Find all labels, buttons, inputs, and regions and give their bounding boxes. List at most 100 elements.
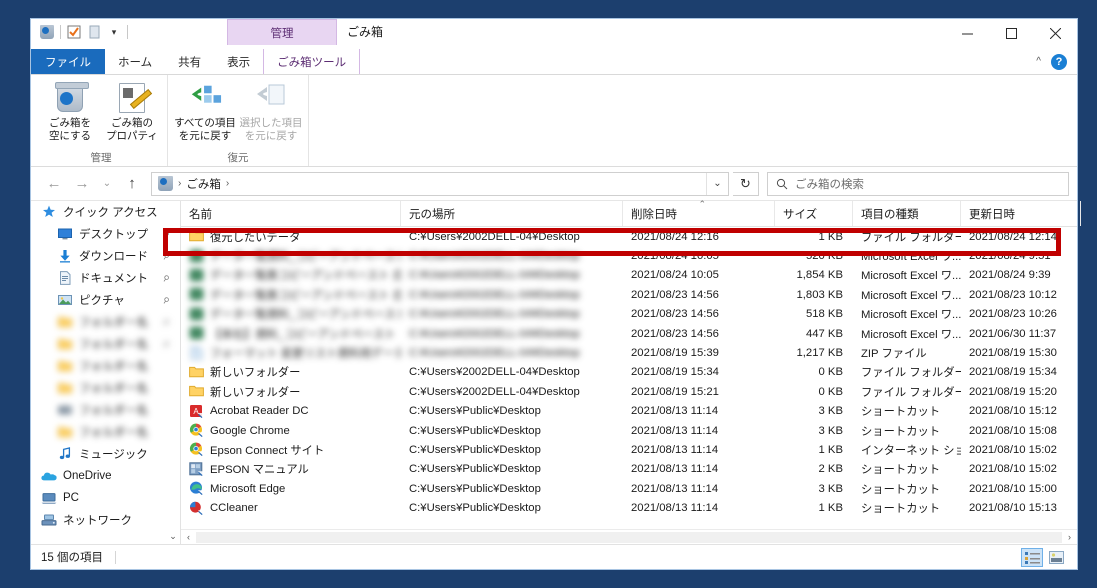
column-header-0[interactable]: 名前 [181,201,401,226]
quick-access-toolbar[interactable]: ▾ [31,19,135,45]
table-row[interactable]: Epson Connect サイト C:¥Users¥Public¥Desktop… [181,440,1077,459]
sidebar-item-onedrive[interactable]: OneDrive [31,465,180,487]
folder-icon [189,384,204,399]
tab-view[interactable]: 表示 [214,49,263,74]
back-button[interactable]: ← [41,171,67,197]
breadcrumb[interactable]: › ごみ箱 › ⌄ [151,171,729,196]
address-bar: ← → ⌄ ↑ › ごみ箱 › ⌄ ↻ ごみ箱の検索 [31,167,1077,201]
forward-button[interactable]: → [69,171,95,197]
close-button[interactable] [1033,19,1077,48]
sidebar-item-redacted-6[interactable]: フォルダー名 ⚲ [31,333,180,355]
help-icon[interactable]: ? [1051,53,1067,70]
file-name-label: Epson Connect サイト [210,444,325,457]
cell-modified: 2021/08/19 15:30 [969,347,1057,360]
cell-name: X データ一覧資料_コピーアンドペースト まとめ.xlsx [181,248,401,264]
breadcrumb-sep-1: › [178,178,182,189]
table-row[interactable]: X データ一覧資料_コピーアンドペースト まとめ.xlsx C:¥Users¥200… [181,305,1077,324]
minimize-button[interactable] [945,19,989,48]
tab-home[interactable]: ホーム [105,49,165,74]
sidebar-item-pc[interactable]: PC [31,487,180,509]
properties-check-icon[interactable] [64,22,84,42]
column-header-5[interactable]: 更新日時 [961,201,1081,226]
cell-deleted: 2021/08/24 12:16 [631,230,719,243]
cell-type: ZIP ファイル [861,348,927,361]
cell-location: C:¥Users¥2002DELL-04¥Desktop [409,347,580,360]
table-row[interactable]: X 【本社】資料_コピーアンドペースト（コピー）.xlsx C:¥Users¥200… [181,324,1077,343]
recycle-bin-properties-button[interactable]: ごみ箱の プロパティ [101,79,163,145]
sidebar-scroll-chevron[interactable]: ⌄ [166,528,180,544]
empty-recycle-bin-button[interactable]: ごみ箱を 空にする [39,79,101,145]
tab-share[interactable]: 共有 [165,49,214,74]
table-row[interactable]: A Acrobat Reader DC C:¥Users¥Public¥Deskto… [181,402,1077,421]
zip-icon [189,345,204,361]
table-row[interactable]: フォーマット 変更リスト資料用データ一式.zip C:¥Users¥2002DEL… [181,343,1077,362]
sidebar-item-デスクトップ[interactable]: デスクトップ ⚲ [31,223,180,245]
pin-icon[interactable]: ⚲ [161,229,171,240]
tab-recycle-bin-tools[interactable]: ごみ箱ツール [263,49,361,74]
recycle-bin-icon[interactable] [37,22,57,42]
maximize-button[interactable] [989,19,1033,48]
search-input[interactable]: ごみ箱の検索 [767,171,1069,196]
table-row[interactable]: 新しいフォルダー C:¥Users¥2002DELL-04¥Desktop 2021… [181,363,1077,382]
sidebar-item-クイック-アクセス[interactable]: クイック アクセス [31,201,180,223]
sidebar-item-redacted-8[interactable]: フォルダー名 [31,377,180,399]
sidebar-item-redacted-10[interactable]: フォルダー名 [31,421,180,443]
table-row[interactable]: 新しいフォルダー C:¥Users¥2002DELL-04¥Desktop 2021… [181,382,1077,401]
breadcrumb-sep-2[interactable]: › [226,178,229,189]
scroll-track[interactable] [196,531,1062,543]
pin-icon[interactable]: ⚲ [161,295,171,306]
restore-icon[interactable] [84,22,104,42]
cell-modified: 2021/08/24 12:14 [969,230,1057,243]
sidebar-item-ドキュメント[interactable]: ドキュメント ⚲ [31,267,180,289]
details-view-button[interactable] [1021,547,1043,567]
cell-modified: 2021/08/10 15:08 [969,424,1057,437]
music-icon [57,446,73,462]
folder-icon [57,380,73,396]
table-row[interactable]: X データ一覧表コピーアンドペースト 合算.xlsx C:¥Users¥2002DE… [181,266,1077,285]
cell-size: 1 KB [818,443,844,456]
pin-icon[interactable]: ⚲ [161,339,171,350]
pin-icon[interactable]: ⚲ [161,317,171,328]
cell-deleted: 2021/08/13 11:14 [631,463,719,476]
column-header-1[interactable]: 元の場所 [401,201,623,226]
table-row[interactable]: Google Chrome C:¥Users¥Public¥Desktop 2021… [181,421,1077,440]
cell-type: Microsoft Excel ワ... [861,309,961,322]
sidebar-item-ミュージック[interactable]: ミュージック [31,443,180,465]
table-row[interactable]: EPSON マニュアル C:¥Users¥Public¥Desktop 2021/0… [181,460,1077,479]
pin-icon[interactable]: ⚲ [161,273,171,284]
customize-chevron-icon[interactable]: ▾ [104,22,124,42]
tab-file[interactable]: ファイル [31,49,105,74]
pin-icon[interactable]: ⚲ [161,251,171,262]
refresh-button[interactable]: ↻ [733,171,759,196]
cell-type: ショートカット [861,464,941,477]
table-row[interactable]: X データ一覧資料_コピーアンドペースト まとめ.xlsx C:¥Users¥200… [181,246,1077,265]
chevron-up-icon[interactable]: ^ [1036,56,1041,67]
sidebar-item-ピクチャ[interactable]: ピクチャ ⚲ [31,289,180,311]
cell-size: 1,217 KB [796,347,843,360]
table-row[interactable]: X データ一覧表コピーアンドペースト 合算.xlsx C:¥Users¥2002DE… [181,285,1077,304]
sidebar-item-redacted-7[interactable]: フォルダー名 [31,355,180,377]
large-icons-view-button[interactable] [1045,548,1067,567]
up-button[interactable]: ↑ [119,171,145,197]
sidebar-item-redacted-5[interactable]: フォルダー名 ⚲ [31,311,180,333]
svg-text:X: X [194,290,200,299]
column-header-3[interactable]: サイズ [775,201,853,226]
column-header-4[interactable]: 項目の種類 [853,201,961,226]
restore-all-items-button[interactable]: すべての項目 を元に戻す [172,79,238,145]
scroll-left-arrow[interactable]: ‹ [181,532,196,542]
column-header-2[interactable]: 削除日時 ⌃ [623,199,775,226]
sidebar-item-ダウンロード[interactable]: ダウンロード ⚲ [31,245,180,267]
sidebar-item-ネットワーク[interactable]: ネットワーク [31,509,180,531]
breadcrumb-item-recycle-bin[interactable]: ごみ箱 [186,176,221,192]
sidebar-item-redacted-9[interactable]: フォルダー名 [31,399,180,421]
table-row[interactable]: 復元したいデータ C:¥Users¥2002DELL-04¥Desktop 2021… [181,227,1077,246]
column-header-label: 項目の種類 [861,208,919,221]
cell-deleted: 2021/08/13 11:14 [631,443,719,456]
recent-locations-button[interactable]: ⌄ [97,171,117,197]
scroll-right-arrow[interactable]: › [1062,532,1077,542]
breadcrumb-dropdown-icon[interactable]: ⌄ [706,172,728,195]
table-row[interactable]: CCleaner C:¥Users¥Public¥Desktop 2021/08/1… [181,498,1077,517]
file-name-label: データ一覧資料_コピーアンドペースト まとめ.xlsx [210,309,401,322]
table-row[interactable]: Microsoft Edge C:¥Users¥Public¥Desktop 202… [181,479,1077,498]
horizontal-scrollbar[interactable]: ‹ › [181,529,1077,544]
